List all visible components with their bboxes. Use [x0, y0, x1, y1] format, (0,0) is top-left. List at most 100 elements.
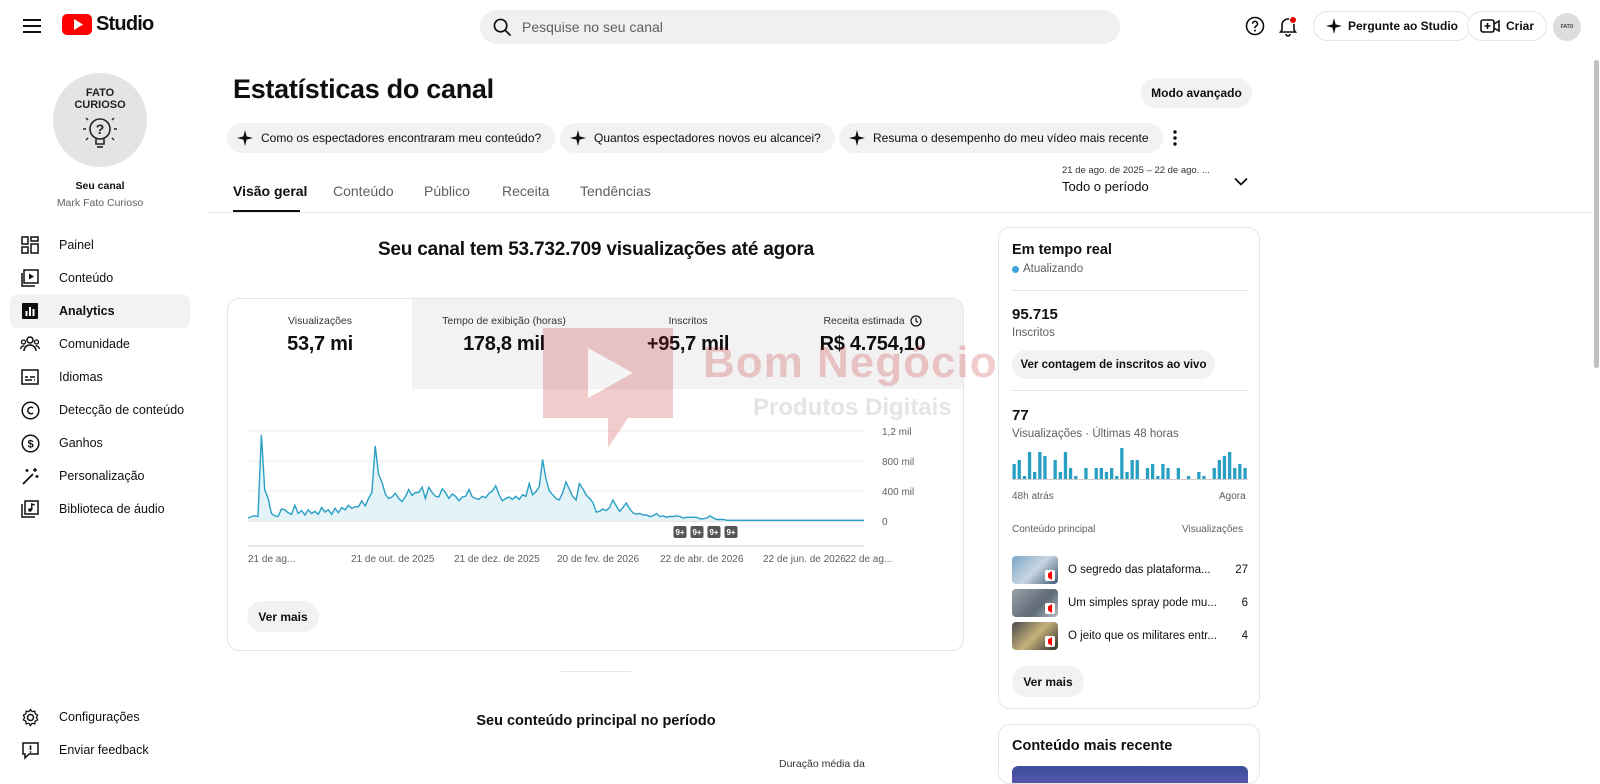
realtime-see-more-button[interactable]: Ver mais: [1012, 666, 1084, 697]
realtime-bar: [1027, 452, 1032, 480]
realtime-bar: [1238, 464, 1242, 480]
ask-studio-button[interactable]: Pergunte ao Studio: [1313, 11, 1472, 41]
realtime-bar: [1043, 456, 1047, 480]
search-input[interactable]: [522, 19, 1082, 35]
shorts-icon: [1045, 603, 1055, 614]
sparkle-icon: [1326, 18, 1342, 34]
scrollbar-thumb[interactable]: [1594, 60, 1599, 368]
tab-visao-geral[interactable]: Visão geral: [233, 183, 307, 199]
tab-tendencias[interactable]: Tendências: [580, 183, 651, 199]
realtime-bar: [1068, 468, 1073, 480]
latest-content-card: Conteúdo mais recente: [998, 724, 1260, 784]
video-title: O segredo das plataforma...: [1068, 564, 1211, 576]
video-views: 6: [1241, 597, 1248, 609]
suggestion-chip-1[interactable]: Como os espectadores encontraram meu con…: [227, 123, 556, 153]
event-marker-label: 9+: [726, 528, 735, 537]
suggestion-chip-3[interactable]: Resuma o desempenho do meu vídeo mais re…: [839, 123, 1163, 153]
sidebar-item-personalizacao[interactable]: Personalização: [10, 459, 190, 493]
video-views: 4: [1241, 630, 1248, 642]
chip-label: Quantos espectadores novos eu alcancei?: [594, 131, 821, 145]
menu-icon[interactable]: [16, 12, 48, 40]
sidebar-item-label: Ganhos: [59, 436, 103, 450]
tab-conteudo[interactable]: Conteúdo: [333, 183, 394, 199]
tabs-divider: [208, 212, 1600, 213]
advanced-mode-button[interactable]: Modo avançado: [1141, 78, 1252, 108]
sparkle-icon: [849, 130, 865, 146]
search-bar[interactable]: [480, 10, 1120, 44]
realtime-bar: [1135, 460, 1139, 480]
create-button[interactable]: Criar: [1467, 11, 1548, 41]
see-more-button[interactable]: Ver mais: [247, 601, 319, 632]
realtime-subscribers-label: Inscritos: [1012, 327, 1055, 339]
sidebar-item-biblioteca-audio[interactable]: Biblioteca de áudio: [10, 492, 190, 526]
realtime-bar: [1017, 460, 1021, 480]
sidebar-item-configuracoes[interactable]: Configurações: [10, 700, 190, 734]
magic-wand-icon: [20, 466, 40, 486]
views-line-chart: 1,2 mil 800 mil 400 mil 0 9+ 9+ 9+ 9+ 21 de ag..…: [247, 427, 914, 565]
sidebar-item-label: Enviar feedback: [59, 743, 149, 757]
sidebar-item-comunidade[interactable]: Comunidade: [10, 327, 190, 361]
studio-logo[interactable]: Studio: [62, 13, 154, 36]
chevron-down-icon: [1234, 177, 1248, 186]
suggestion-chip-2[interactable]: Quantos espectadores novos eu alcancei?: [560, 123, 835, 153]
sidebar-item-conteudo[interactable]: Conteúdo: [10, 261, 190, 295]
sidebar-item-label: Idiomas: [59, 370, 103, 384]
sidebar-item-painel[interactable]: Painel: [10, 228, 190, 262]
sidebar-item-label: Personalização: [59, 469, 145, 483]
notifications-icon[interactable]: [1273, 11, 1303, 41]
avatar-text-1: FATO: [85, 87, 115, 99]
video-thumbnail: [1012, 589, 1058, 617]
community-icon: [20, 334, 40, 354]
overview-chart-card: Visualizações 53,7 mi Tempo de exibição …: [227, 298, 964, 651]
sparkle-icon: [570, 130, 586, 146]
realtime-views-label: Visualizações · Últimas 48 horas: [1012, 428, 1179, 440]
list-item[interactable]: O segredo das plataforma... 27: [1012, 556, 1248, 584]
subtitles-icon: [20, 367, 40, 387]
help-icon[interactable]: [1240, 11, 1270, 41]
sidebar-item-deteccao[interactable]: Detecção de conteúdo: [10, 393, 190, 427]
account-avatar[interactable]: FATO: [1553, 13, 1581, 41]
sidebar-item-label: Comunidade: [59, 337, 130, 351]
list-item[interactable]: O jeito que os militares entr... 4: [1012, 622, 1248, 650]
realtime-bar: [1176, 468, 1180, 480]
sidebar-item-label: Analytics: [59, 304, 115, 318]
realtime-bar: [1217, 460, 1221, 480]
video-title: O jeito que os militares entr...: [1068, 630, 1217, 642]
realtime-bar: [1120, 448, 1124, 480]
sidebar-item-ganhos[interactable]: $ Ganhos: [10, 426, 190, 460]
shorts-icon: [1045, 636, 1055, 647]
realtime-bar: [1228, 452, 1232, 480]
tab-receita[interactable]: Receita: [502, 183, 549, 199]
sidebar-item-feedback[interactable]: Enviar feedback: [10, 733, 190, 767]
realtime-status: Atualizando: [1023, 263, 1084, 275]
create-video-icon: [1480, 19, 1500, 33]
shorts-icon: [1045, 570, 1055, 581]
realtime-views-bar-chart: [1012, 448, 1248, 480]
more-vert-icon[interactable]: [1160, 123, 1190, 153]
create-label: Criar: [1506, 19, 1535, 33]
event-marker-label: 9+: [709, 528, 718, 537]
realtime-subscribers-value: 95.715: [1012, 306, 1058, 323]
x-tick-label: 20 de fev. de 2026: [557, 554, 640, 565]
event-marker-label: 9+: [675, 528, 684, 537]
views-area: [248, 434, 864, 521]
latest-content-thumbnail[interactable]: [1012, 766, 1248, 783]
settings-icon: [20, 707, 40, 727]
sidebar-item-idiomas[interactable]: Idiomas: [10, 360, 190, 394]
channel-avatar[interactable]: FATO CURIOSO ?: [53, 73, 147, 167]
list-item[interactable]: Um simples spray pode mu... 6: [1012, 589, 1248, 617]
y-tick-label: 1,2 mil: [882, 427, 911, 438]
date-range-selector[interactable]: 21 de ago. de 2025 – 22 de ago. ... Todo…: [1062, 165, 1272, 194]
realtime-bar: [1104, 472, 1109, 480]
realtime-bar: [1222, 456, 1227, 480]
top-content-header: Conteúdo principal: [1012, 524, 1096, 535]
realtime-bar: [1125, 472, 1129, 480]
sidebar-item-analytics[interactable]: Analytics: [10, 294, 190, 328]
latest-content-title: Conteúdo mais recente: [1012, 738, 1173, 754]
y-tick-label: 800 mil: [882, 457, 914, 468]
channel-label: Seu canal: [75, 180, 125, 192]
tab-publico[interactable]: Público: [424, 183, 470, 199]
live-subscriber-count-button[interactable]: Ver contagem de inscritos ao vivo: [1012, 350, 1215, 379]
sparkle-icon: [237, 130, 253, 146]
chip-label: Como os espectadores encontraram meu con…: [261, 131, 542, 145]
